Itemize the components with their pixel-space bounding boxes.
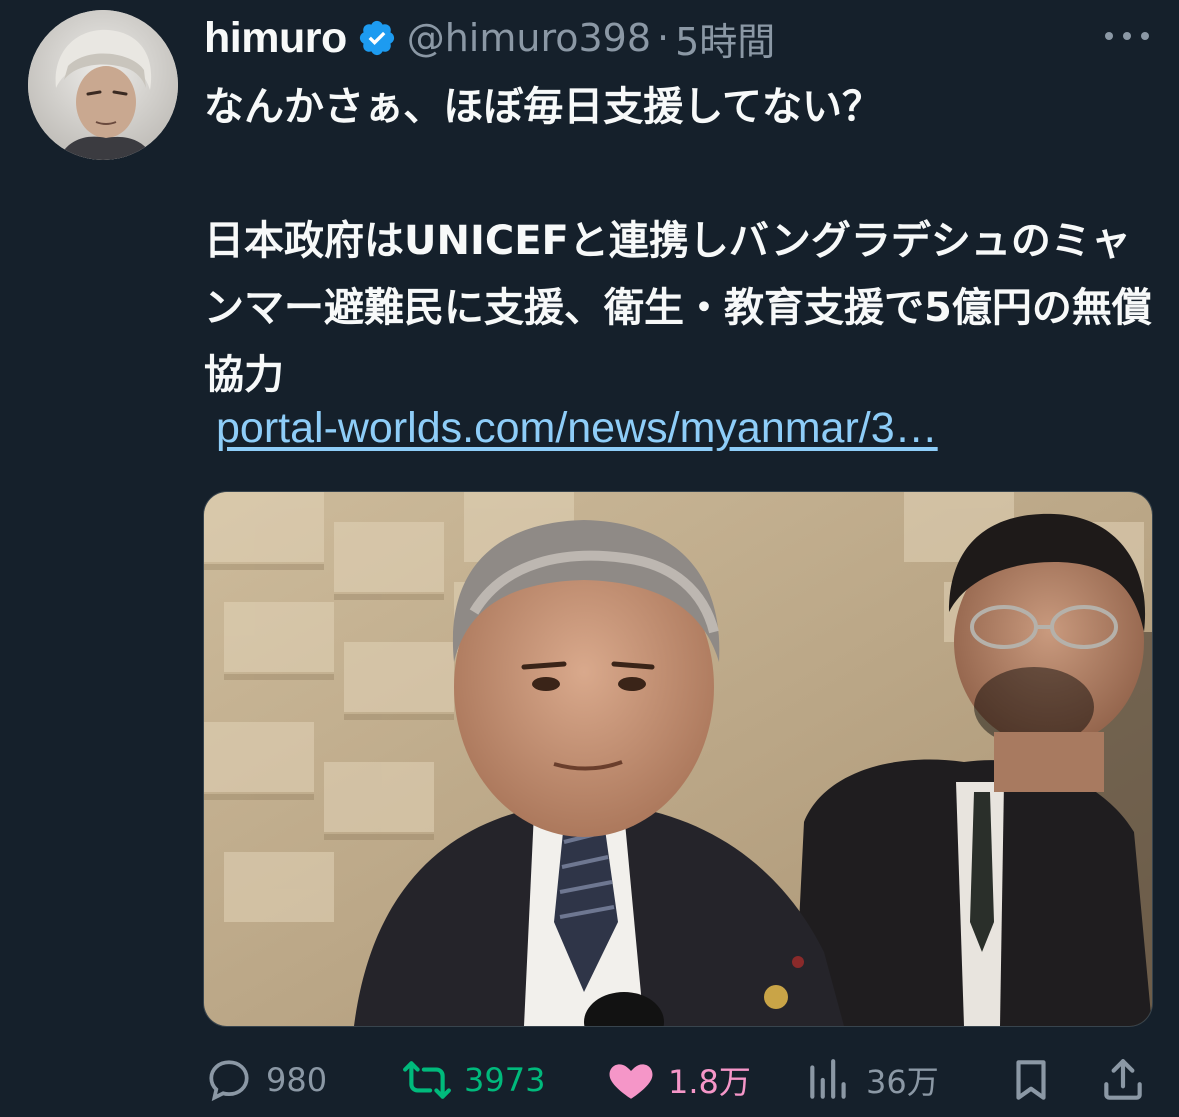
more-icon[interactable] <box>1099 16 1155 56</box>
heart-icon <box>609 1064 653 1099</box>
tweet-media-image[interactable] <box>203 491 1153 1027</box>
author-handle[interactable]: @himuro398 <box>407 16 651 60</box>
views-button[interactable]: 36万 <box>804 1050 939 1110</box>
views-icon <box>810 1059 846 1099</box>
timestamp[interactable]: 5時間 <box>675 11 775 66</box>
retweet-count: 3973 <box>464 1061 546 1099</box>
tweet-header: himuro @himuro398 · 5時間 <box>204 8 1164 68</box>
reply-button[interactable]: 980 <box>204 1050 327 1110</box>
avatar-image <box>28 10 178 160</box>
bookmark-icon <box>1016 1060 1046 1100</box>
tweet: himuro @himuro398 · 5時間 なんかさぁ、ほぼ毎日支援してない… <box>0 0 1179 1117</box>
retweet-icon <box>403 1061 451 1099</box>
tweet-link[interactable]: portal-worlds.com/news/myanmar/3… <box>216 404 938 453</box>
media-photo <box>204 492 1152 1026</box>
reply-count: 980 <box>266 1061 328 1099</box>
retweet-button[interactable]: 3973 <box>402 1050 545 1110</box>
views-count: 36万 <box>866 1063 939 1101</box>
share-button[interactable] <box>1098 1050 1148 1110</box>
reply-icon <box>209 1060 249 1102</box>
share-icon <box>1104 1059 1142 1100</box>
bookmark-button[interactable] <box>1006 1050 1056 1110</box>
like-count: 1.8万 <box>668 1063 751 1101</box>
avatar[interactable] <box>28 10 178 160</box>
like-button[interactable]: 1.8万 <box>606 1050 751 1110</box>
header-separator: · <box>657 16 670 60</box>
tweet-actions: 980 3973 1.8万 36万 <box>204 1050 1154 1110</box>
display-name[interactable]: himuro <box>204 14 347 63</box>
tweet-text: なんかさぁ、ほぼ毎日支援してない？ 日本政府はUNICEFと連携しバングラデシュ… <box>204 84 1152 398</box>
verified-badge-icon <box>359 20 394 56</box>
